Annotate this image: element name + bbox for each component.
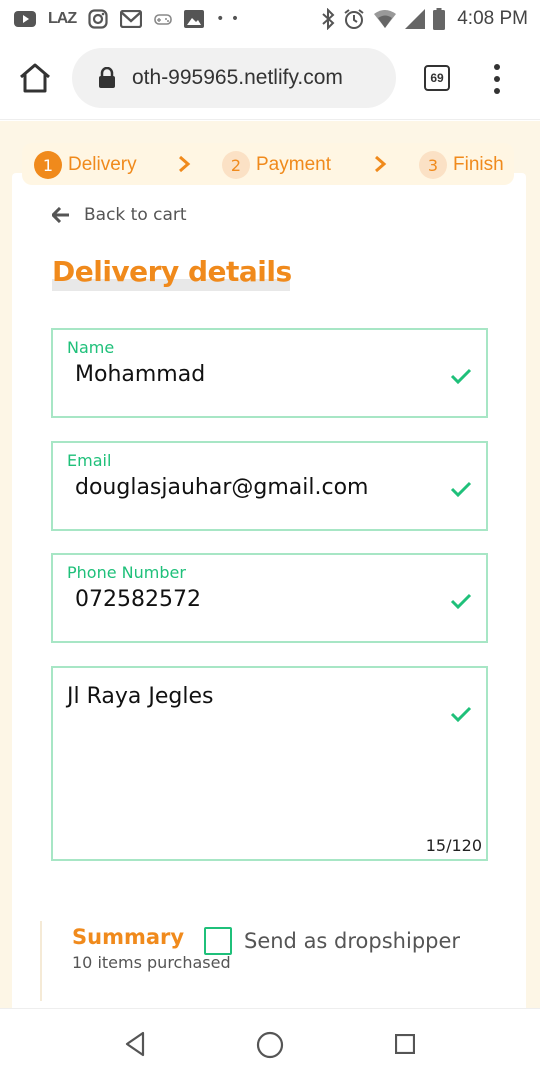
character-counter: 15/120 (425, 836, 482, 855)
checkmark-icon (450, 367, 472, 385)
overflow-menu-icon[interactable] (490, 64, 504, 94)
phone-field[interactable]: Phone Number 072582572 (51, 553, 488, 643)
back-to-cart-link[interactable]: Back to cart (50, 205, 187, 225)
chevron-right-icon (177, 154, 191, 174)
clock-time: 4:08 PM (457, 8, 528, 29)
checkmark-icon (450, 705, 472, 723)
system-nav-bar (0, 1008, 540, 1080)
chevron-right-icon (373, 154, 387, 174)
name-label: Name (67, 338, 115, 357)
signal-icon (405, 9, 426, 29)
order-summary: Summary 10 items purchased (40, 921, 500, 1001)
checkout-page: Back to cart Delivery details Name Moham… (0, 121, 540, 1008)
delivery-card: Back to cart Delivery details Name Moham… (12, 173, 526, 1008)
gmail-icon (120, 10, 143, 28)
step-label: Delivery (68, 154, 137, 175)
summary-items-count: 10 items purchased (72, 953, 231, 972)
name-field[interactable]: Name Mohammad (51, 328, 488, 418)
image-icon (184, 10, 205, 28)
step-label: Finish (453, 154, 504, 175)
address-bar[interactable]: oth-995965.netlify.com (72, 48, 396, 108)
step-finish: 3 Finish (419, 151, 504, 179)
summary-title: Summary (72, 925, 185, 949)
tab-switcher-button[interactable]: 69 (424, 65, 450, 91)
page-title: Delivery details (52, 255, 292, 288)
step-number: 3 (419, 151, 447, 179)
back-to-cart-label: Back to cart (84, 205, 187, 225)
checkout-stepper: 1 Delivery 2 Payment 3 Finish (22, 143, 514, 185)
nav-home-icon[interactable] (256, 1031, 284, 1059)
email-field[interactable]: Email douglasjauhar@gmail.com (51, 441, 488, 531)
lock-icon (98, 66, 116, 89)
name-input[interactable]: Mohammad (75, 362, 205, 387)
checkmark-icon (450, 480, 472, 498)
step-payment: 2 Payment (222, 151, 331, 179)
youtube-icon (14, 11, 36, 27)
nav-recent-apps-icon[interactable] (394, 1033, 416, 1055)
status-bar: LAZ • • 4:08 PM (0, 0, 540, 38)
phone-input[interactable]: 072582572 (75, 587, 201, 612)
step-number: 2 (222, 151, 250, 179)
browser-toolbar: oth-995965.netlify.com 69 (0, 38, 540, 120)
checkmark-icon (450, 592, 472, 610)
address-textarea[interactable]: Jl Raya Jegles (67, 684, 213, 709)
step-number: 1 (34, 151, 62, 179)
nav-back-icon[interactable] (124, 1031, 146, 1057)
email-label: Email (67, 451, 112, 470)
step-delivery: 1 Delivery (34, 151, 137, 179)
url-text: oth-995965.netlify.com (132, 66, 343, 89)
alarm-icon (343, 8, 365, 30)
instagram-icon (88, 9, 108, 29)
bluetooth-icon (321, 8, 335, 30)
address-field[interactable]: Jl Raya Jegles 15/120 (51, 666, 488, 861)
phone-label: Phone Number (67, 563, 186, 582)
step-label: Payment (256, 154, 331, 175)
more-notifications-icon: • • (216, 11, 241, 27)
wifi-icon (373, 9, 397, 29)
page-title-wrapper: Delivery details (52, 255, 292, 291)
lazada-icon: LAZ (48, 10, 77, 27)
arrow-left-icon (50, 206, 70, 224)
game-controller-icon (154, 12, 172, 26)
home-icon[interactable] (18, 62, 52, 94)
email-input[interactable]: douglasjauhar@gmail.com (75, 475, 368, 500)
battery-icon (433, 8, 446, 30)
